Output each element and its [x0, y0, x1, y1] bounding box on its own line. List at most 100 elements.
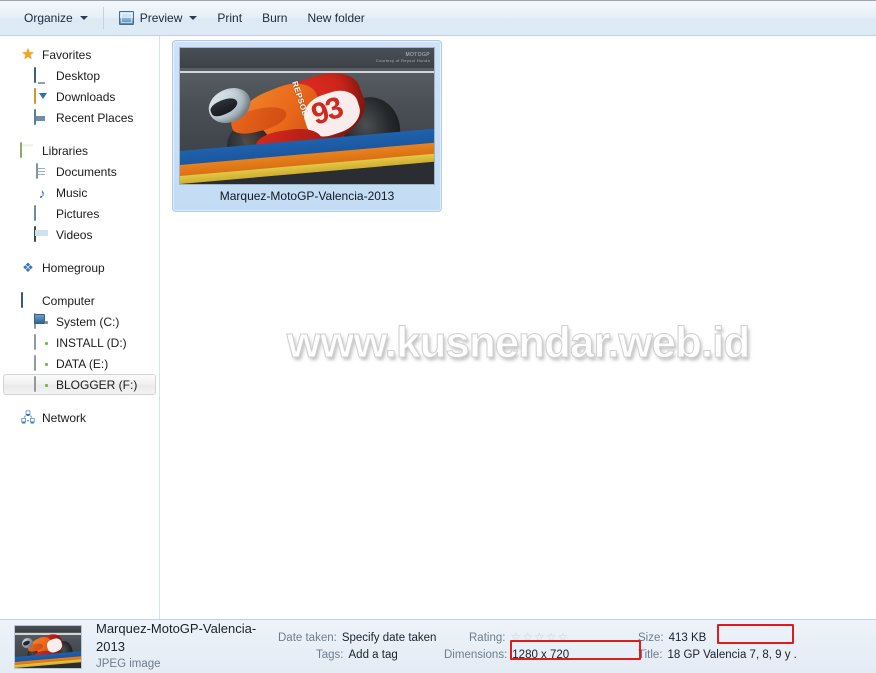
sidebar-item-computer[interactable]: Computer	[3, 290, 156, 311]
preview-label: Preview	[139, 11, 183, 25]
sidebar-label-homegroup: Homegroup	[42, 260, 105, 275]
organize-button[interactable]: Organize	[14, 5, 98, 31]
nav-group-homegroup: ❖ Homegroup	[0, 257, 159, 278]
sidebar-item-libraries[interactable]: Libraries	[3, 140, 156, 161]
sidebar-label-videos: Videos	[56, 227, 93, 242]
motogp-photo: 93 REPSOL MOTOGP Courtesy of Repsol Hond…	[180, 48, 434, 184]
sidebar-label-documents: Documents	[56, 164, 117, 179]
sidebar-item-documents[interactable]: Documents	[3, 161, 156, 182]
star-icon[interactable]: ☆	[510, 629, 521, 646]
sidebar-item-system-c[interactable]: System (C:)	[3, 311, 156, 332]
file-item-tile[interactable]: 93 REPSOL MOTOGP Courtesy of Repsol Hond…	[172, 40, 442, 212]
details-rating-row: Rating: ☆ ☆ ☆ ☆ ☆	[444, 629, 626, 647]
details-tags-value[interactable]: Add a tag	[349, 647, 398, 664]
sidebar-label-pictures: Pictures	[56, 206, 100, 221]
computer-icon	[20, 291, 36, 309]
details-pane: Marquez-MotoGP-Valencia-2013 JPEG image …	[0, 619, 876, 673]
print-button[interactable]: Print	[207, 5, 252, 31]
sidebar-label-data-e: DATA (E:)	[56, 356, 109, 371]
motogp-photo-small	[15, 625, 81, 668]
details-tags-label: Tags:	[316, 648, 344, 661]
details-dimensions-value: 1280 x 720	[512, 649, 570, 661]
new-folder-button[interactable]: New folder	[297, 5, 374, 31]
library-icon	[20, 141, 36, 159]
details-size-row: Size: 413 KB	[638, 630, 828, 647]
rating-stars[interactable]: ☆ ☆ ☆ ☆ ☆	[510, 629, 568, 646]
nav-group-network: 🖧 Network	[0, 407, 159, 428]
sidebar-item-favorites[interactable]: ★ Favorites	[3, 44, 156, 65]
burn-button[interactable]: Burn	[252, 5, 297, 31]
sidebar-item-recent-places[interactable]: Recent Places	[3, 107, 156, 128]
toolbar-divider	[102, 7, 104, 29]
monitor-icon	[34, 66, 50, 84]
system-drive-icon	[34, 312, 50, 330]
details-size-label: Size:	[638, 631, 664, 644]
homegroup-icon: ❖	[22, 259, 34, 275]
sidebar-item-downloads[interactable]: Downloads	[3, 86, 156, 107]
window-body: ★ Favorites Desktop Downloads Recent Pla…	[0, 36, 876, 619]
sidebar-item-pictures[interactable]: Pictures	[3, 203, 156, 224]
sidebar-item-blogger-f[interactable]: BLOGGER (F:)	[3, 374, 156, 395]
sidebar-label-recent-places: Recent Places	[56, 110, 134, 125]
page-watermark: www.kusnendar.web.id	[286, 318, 750, 368]
sidebar-item-music[interactable]: ♪ Music	[3, 182, 156, 203]
sidebar-label-network: Network	[42, 410, 87, 425]
drive-icon	[34, 354, 50, 372]
network-icon: 🖧	[20, 409, 36, 425]
details-meta-column: Size: 413 KB Title: 18 GP Valencia 7, 8,…	[638, 620, 828, 673]
details-columns: Marquez-MotoGP-Valencia-2013 JPEG image …	[96, 620, 868, 673]
photo-logo-line2: Courtesy of Repsol Honda	[375, 58, 430, 63]
preview-button[interactable]: Preview	[109, 5, 208, 31]
details-date-taken-value[interactable]: Specify date taken	[342, 630, 437, 647]
file-item-label: Marquez-MotoGP-Valencia-2013	[219, 189, 395, 203]
sidebar-label-computer: Computer	[42, 293, 95, 308]
sidebar-item-homegroup[interactable]: ❖ Homegroup	[3, 257, 156, 278]
details-size-value: 413 KB	[668, 631, 707, 644]
nav-group-favorites: ★ Favorites Desktop Downloads Recent Pla…	[0, 44, 159, 128]
sidebar-label-favorites: Favorites	[42, 47, 92, 62]
star-icon: ★	[21, 45, 35, 63]
document-icon	[34, 162, 50, 180]
chevron-down-icon	[79, 16, 88, 20]
sidebar-item-data-e[interactable]: DATA (E:)	[3, 353, 156, 374]
details-rating-column: Rating: ☆ ☆ ☆ ☆ ☆ Dimensions: 1280 x 720	[444, 620, 626, 673]
file-list-pane[interactable]: 93 REPSOL MOTOGP Courtesy of Repsol Hond…	[160, 36, 876, 619]
drive-icon	[34, 333, 50, 351]
sidebar-label-libraries: Libraries	[42, 143, 89, 158]
drive-icon	[34, 375, 50, 393]
sidebar-label-music: Music	[56, 185, 88, 200]
organize-label: Organize	[24, 11, 73, 25]
navigation-pane: ★ Favorites Desktop Downloads Recent Pla…	[0, 36, 160, 619]
photo-watermark-logo: MOTOGP Courtesy of Repsol Honda	[352, 52, 430, 65]
sidebar-label-install-d: INSTALL (D:)	[56, 335, 127, 350]
details-title-value[interactable]: 18 GP Valencia 7, 8, 9 y .	[668, 647, 797, 664]
details-title-row: Title: 18 GP Valencia 7, 8, 9 y .	[638, 647, 828, 664]
sidebar-item-desktop[interactable]: Desktop	[3, 65, 156, 86]
print-label: Print	[217, 11, 243, 25]
details-thumbnail	[14, 624, 82, 669]
sidebar-item-install-d[interactable]: INSTALL (D:)	[3, 332, 156, 353]
music-note-icon: ♪	[38, 184, 46, 201]
details-date-taken-row: Date taken: Specify date taken	[278, 630, 436, 647]
sidebar-item-videos[interactable]: Videos	[3, 224, 156, 245]
new-folder-label: New folder	[307, 11, 365, 25]
details-name-column: Marquez-MotoGP-Valencia-2013 JPEG image	[96, 620, 278, 673]
details-title-label: Title:	[638, 648, 663, 661]
details-rating-label: Rating:	[469, 632, 506, 644]
preview-icon	[118, 11, 134, 25]
star-icon[interactable]: ☆	[546, 629, 557, 646]
nav-group-computer: Computer System (C:) INSTALL (D:) DATA (…	[0, 290, 159, 395]
recent-places-icon	[34, 108, 50, 126]
sidebar-label-blogger-f: BLOGGER (F:)	[56, 377, 138, 392]
download-folder-icon	[34, 87, 50, 105]
sidebar-label-downloads: Downloads	[56, 89, 116, 104]
star-icon[interactable]: ☆	[534, 629, 545, 646]
sidebar-item-network[interactable]: 🖧 Network	[3, 407, 156, 428]
toolbar: Organize Preview Print Burn New folder	[0, 0, 876, 36]
picture-icon	[34, 204, 50, 222]
star-icon[interactable]: ☆	[522, 629, 533, 646]
details-dimensions-label: Dimensions:	[444, 649, 508, 661]
details-date-taken-label: Date taken:	[278, 631, 337, 644]
details-file-type: JPEG image	[96, 658, 161, 670]
star-icon[interactable]: ☆	[558, 629, 569, 646]
